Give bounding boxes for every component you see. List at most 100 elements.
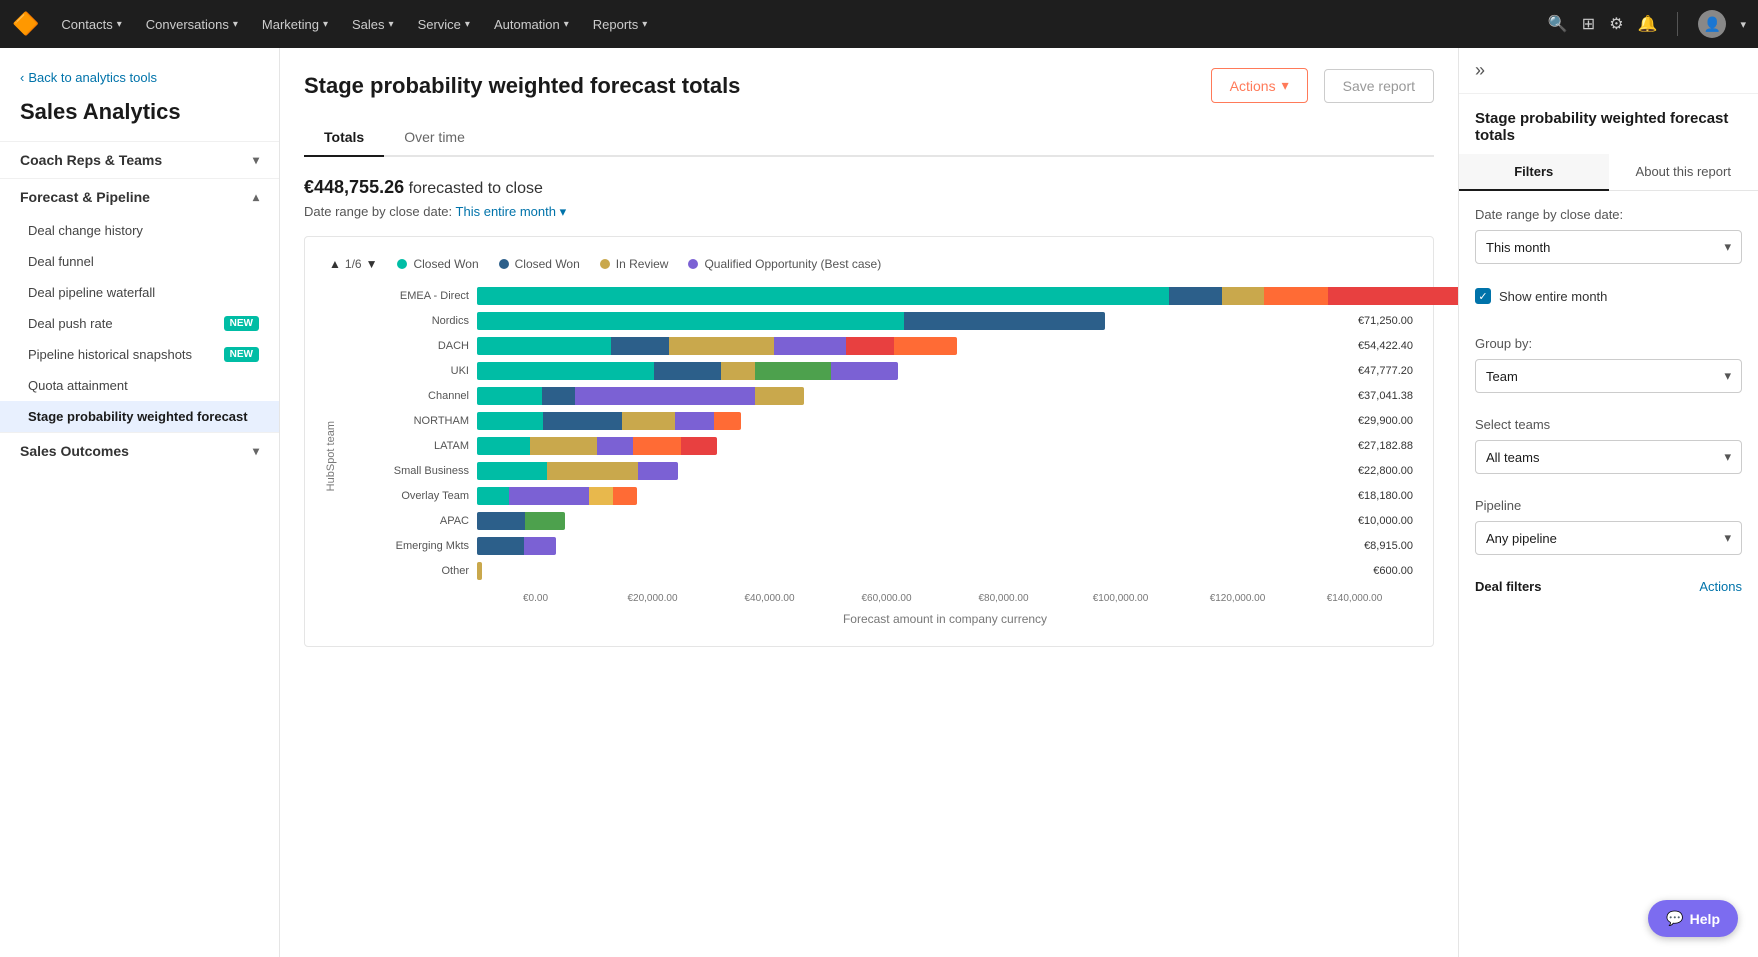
chart-area: HubSpot team EMEA - Direct€120,686.40Nor…	[325, 287, 1413, 626]
sidebar-section-coach-reps-teams[interactable]: Coach Reps & Teams ▾	[0, 141, 279, 178]
sidebar-item-deal-pipeline-waterfall[interactable]: Deal pipeline waterfall	[0, 277, 279, 308]
sidebar-item-deal-push-rate[interactable]: Deal push rate NEW	[0, 308, 279, 339]
bar-segment-0-3	[1264, 287, 1328, 305]
forecast-text: forecasted to close	[409, 180, 543, 197]
bar-segment-8-0	[477, 487, 509, 505]
x-tick-6: €120,000.00	[1179, 593, 1296, 604]
bar-segment-3-4	[831, 362, 898, 380]
nav-contacts[interactable]: Contacts ▾	[51, 11, 131, 38]
nav-reports-chevron: ▾	[642, 19, 647, 30]
bar-track-4[interactable]	[477, 387, 804, 405]
x-tick-5: €100,000.00	[1062, 593, 1179, 604]
bar-segment-2-5	[894, 337, 956, 355]
bar-segment-0-2	[1222, 287, 1265, 305]
bar-track-0[interactable]	[477, 287, 1458, 305]
filter-date-range-label: Date range by close date:	[1475, 207, 1742, 222]
bar-chart-rows: EMEA - Direct€120,686.40Nordics€71,250.0…	[349, 287, 1413, 580]
sidebar-item-quota-attainment[interactable]: Quota attainment	[0, 370, 279, 401]
panel-tab-about-report[interactable]: About this report	[1609, 154, 1758, 191]
sidebar-section-sales-outcomes[interactable]: Sales Outcomes ▾	[0, 432, 279, 469]
nav-automation-chevron: ▾	[564, 19, 569, 30]
bar-track-8[interactable]	[477, 487, 637, 505]
legend-item-in-review: In Review	[600, 257, 669, 271]
panel-tab-filters[interactable]: Filters	[1459, 154, 1609, 191]
bar-row-northam: NORTHAM€29,900.00	[349, 412, 1413, 430]
filter-pipeline-arrow-icon: ▾	[1724, 530, 1731, 546]
bar-label-8: Overlay Team	[349, 490, 469, 502]
filter-pipeline-select[interactable]: Any pipeline ▾	[1475, 521, 1742, 555]
bar-segment-9-1	[525, 512, 565, 530]
bar-label-0: EMEA - Direct	[349, 290, 469, 302]
bar-row-emea---direct: EMEA - Direct€120,686.40	[349, 287, 1413, 305]
x-tick-4: €80,000.00	[945, 593, 1062, 604]
show-entire-month-checkbox[interactable]: ✓	[1475, 288, 1491, 304]
nav-automation[interactable]: Automation ▾	[484, 11, 579, 38]
tab-over-time[interactable]: Over time	[384, 119, 485, 157]
help-label: Help	[1690, 911, 1720, 927]
bar-value-2: €54,422.40	[1358, 340, 1413, 352]
bar-track-10[interactable]	[477, 537, 556, 555]
user-avatar[interactable]: 👤	[1698, 10, 1726, 38]
bar-segment-2-2	[669, 337, 775, 355]
sidebar-item-stage-probability-weighted-forecast[interactable]: Stage probability weighted forecast	[0, 401, 279, 432]
search-icon[interactable]: 🔍	[1548, 14, 1568, 34]
nav-marketing-chevron: ▾	[323, 19, 328, 30]
legend-next-icon[interactable]: ▼	[366, 257, 378, 271]
sidebar-title: Sales Analytics	[0, 99, 279, 141]
help-button[interactable]: 💬 Help	[1648, 900, 1738, 937]
filter-pipeline: Pipeline Any pipeline ▾	[1459, 482, 1758, 563]
filter-date-range-select[interactable]: This month ▾	[1475, 230, 1742, 264]
nav-icons: 🔍 ⊞ ⚙ 🔔 👤 ▾	[1548, 10, 1746, 38]
bar-track-5[interactable]	[477, 412, 741, 430]
sidebar-section-forecast-pipeline[interactable]: Forecast & Pipeline ▴	[0, 178, 279, 215]
marketplace-icon[interactable]: ⊞	[1582, 14, 1595, 34]
legend-nav: ▲ 1/6 ▼	[329, 257, 377, 271]
sidebar-item-pipeline-historical-snapshots[interactable]: Pipeline historical snapshots NEW	[0, 339, 279, 370]
hubspot-logo[interactable]: 🔶	[12, 11, 39, 37]
bar-segment-10-0	[477, 537, 524, 555]
legend-item-closed-won-teal: Closed Won	[397, 257, 478, 271]
legend-dot-in-review	[600, 259, 610, 269]
sidebar-item-deal-change-history[interactable]: Deal change history	[0, 215, 279, 246]
bar-track-3[interactable]	[477, 362, 898, 380]
bar-label-3: UKI	[349, 365, 469, 377]
bar-segment-7-1	[547, 462, 637, 480]
bar-segment-5-1	[543, 412, 622, 430]
tab-totals[interactable]: Totals	[304, 119, 384, 157]
bar-track-2[interactable]	[477, 337, 957, 355]
bar-segment-4-1	[542, 387, 575, 405]
sidebar-section-sales-outcomes-label: Sales Outcomes	[20, 443, 129, 459]
back-link[interactable]: ‹ Back to analytics tools	[0, 64, 279, 99]
sidebar-item-deal-funnel[interactable]: Deal funnel	[0, 246, 279, 277]
nav-sales[interactable]: Sales ▾	[342, 11, 404, 38]
date-range-link[interactable]: This entire month ▾	[456, 204, 567, 219]
bar-value-10: €8,915.00	[1364, 540, 1413, 552]
filter-group-by-select[interactable]: Team ▾	[1475, 359, 1742, 393]
bar-track-7[interactable]	[477, 462, 678, 480]
bar-segment-6-1	[530, 437, 597, 455]
legend-dot-closed-won-teal	[397, 259, 407, 269]
nav-reports[interactable]: Reports ▾	[583, 11, 658, 38]
nav-conversations[interactable]: Conversations ▾	[136, 11, 248, 38]
deal-filters-action-link[interactable]: Actions	[1699, 579, 1742, 594]
nav-service[interactable]: Service ▾	[408, 11, 480, 38]
bar-track-9[interactable]	[477, 512, 565, 530]
nav-marketing[interactable]: Marketing ▾	[252, 11, 338, 38]
bar-track-1[interactable]	[477, 312, 1105, 330]
nav-expand-icon[interactable]: ▾	[1740, 18, 1746, 31]
notifications-icon[interactable]: 🔔	[1638, 14, 1658, 34]
settings-icon[interactable]: ⚙	[1609, 14, 1623, 34]
x-tick-0: €0.00	[477, 593, 594, 604]
filter-group-by-arrow-icon: ▾	[1724, 368, 1731, 384]
legend-prev-icon[interactable]: ▲	[329, 257, 341, 271]
bar-segment-3-3	[755, 362, 831, 380]
panel-toggle-button[interactable]: »	[1459, 48, 1758, 94]
bar-track-11[interactable]	[477, 562, 482, 580]
bar-segment-4-2	[575, 387, 755, 405]
show-entire-month-row[interactable]: ✓ Show entire month	[1475, 288, 1742, 304]
bar-label-7: Small Business	[349, 465, 469, 477]
actions-button[interactable]: Actions ▾	[1211, 68, 1308, 103]
bar-track-6[interactable]	[477, 437, 717, 455]
filter-select-teams-select[interactable]: All teams ▾	[1475, 440, 1742, 474]
save-report-button: Save report	[1324, 69, 1434, 103]
